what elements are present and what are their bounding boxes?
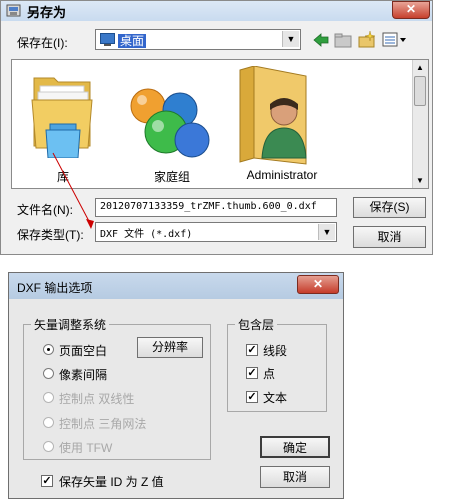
filetype-dropdown[interactable]: DXF 文件 (*.dxf) ▼: [95, 222, 337, 242]
scroll-down-icon[interactable]: ▼: [416, 176, 424, 185]
vector-group-title: 矢量调整系统: [31, 316, 110, 333]
option-label-page-blank: 页面空白: [59, 344, 108, 358]
option-label-use-tfw: 使用 TFW: [59, 441, 113, 455]
option-label-control-triangulation: 控制点 三角网法: [59, 417, 147, 431]
back-arrow-icon[interactable]: [312, 32, 330, 48]
ok-button[interactable]: 确定: [260, 436, 330, 458]
library-folder-icon[interactable]: [28, 66, 98, 158]
checkbox-keep-vector-id[interactable]: ✓: [41, 475, 53, 487]
item-label-administrator: Administrator: [246, 168, 318, 182]
checkbox-lines[interactable]: ✓: [246, 344, 258, 356]
close-icon[interactable]: ✕: [297, 275, 339, 294]
new-folder-icon[interactable]: [357, 30, 377, 48]
layer-label-points: 点: [263, 367, 276, 381]
radio-page-blank[interactable]: [43, 344, 54, 355]
desktop-icon: [100, 33, 115, 46]
layer-label-text: 文本: [263, 391, 288, 405]
dxf-titlebar: DXF 输出选项 ✕: [9, 273, 343, 299]
dxf-options-dialog: DXF 输出选项 ✕ 矢量调整系统 页面空白 分辨率 像素间隔 控制点 双线性 …: [8, 272, 344, 499]
keep-vector-id-label: 保存矢量 ID 为 Z 值: [59, 475, 164, 489]
view-menu-icon[interactable]: [382, 32, 408, 48]
resolution-button[interactable]: 分辨率: [137, 337, 203, 358]
layers-group-title: 包含层: [235, 316, 278, 333]
radio-use-tfw: [43, 441, 54, 452]
save-in-dropdown[interactable]: 桌面 ▼: [95, 29, 301, 50]
radio-control-triangulation: [43, 417, 54, 428]
save-as-dialog: 另存为 ✕ 保存在(I): 桌面 ▼ 库 家庭组 Administrator ▲…: [0, 0, 433, 255]
layer-label-lines: 线段: [263, 344, 288, 358]
save-button[interactable]: 保存(S): [353, 197, 426, 218]
homegroup-icon[interactable]: [122, 82, 218, 162]
vertical-scrollbar[interactable]: ▲ ▼: [412, 60, 428, 188]
item-label-homegroup: 家庭组: [153, 170, 190, 184]
filetype-value: DXF 文件 (*.dxf): [100, 229, 193, 240]
filename-input[interactable]: 20120707133359_trZMF.thumb.600_0.dxf: [95, 198, 337, 217]
chevron-down-icon[interactable]: ▼: [282, 31, 299, 47]
scrollbar-thumb[interactable]: [414, 76, 426, 106]
option-label-control-bilinear: 控制点 双线性: [59, 392, 135, 406]
radio-pixel-spacing[interactable]: [43, 368, 54, 379]
scroll-up-icon[interactable]: ▲: [416, 63, 424, 72]
radio-control-bilinear: [43, 392, 54, 403]
cancel-button[interactable]: 取消: [353, 226, 426, 248]
annotation-arrow-icon: [52, 152, 94, 229]
option-label-pixel-spacing: 像素间隔: [59, 368, 108, 382]
dxf-title: DXF 输出选项: [17, 281, 93, 295]
filename-value: 20120707133359_trZMF.thumb.600_0.dxf: [100, 201, 317, 212]
save-in-value: 桌面: [118, 34, 147, 48]
save-as-title: 另存为: [27, 5, 67, 20]
save-in-label: 保存在(I):: [17, 36, 68, 50]
checkbox-points[interactable]: ✓: [246, 367, 258, 379]
save-as-titlebar: 另存为 ✕: [1, 1, 432, 21]
chevron-down-icon[interactable]: ▼: [318, 224, 335, 240]
dxf-cancel-button[interactable]: 取消: [260, 466, 330, 488]
checkbox-text[interactable]: ✓: [246, 391, 258, 403]
save-dialog-app-icon: [6, 4, 21, 17]
user-folder-icon[interactable]: [234, 66, 310, 166]
close-icon[interactable]: ✕: [392, 1, 430, 19]
up-folder-icon[interactable]: [334, 32, 352, 48]
